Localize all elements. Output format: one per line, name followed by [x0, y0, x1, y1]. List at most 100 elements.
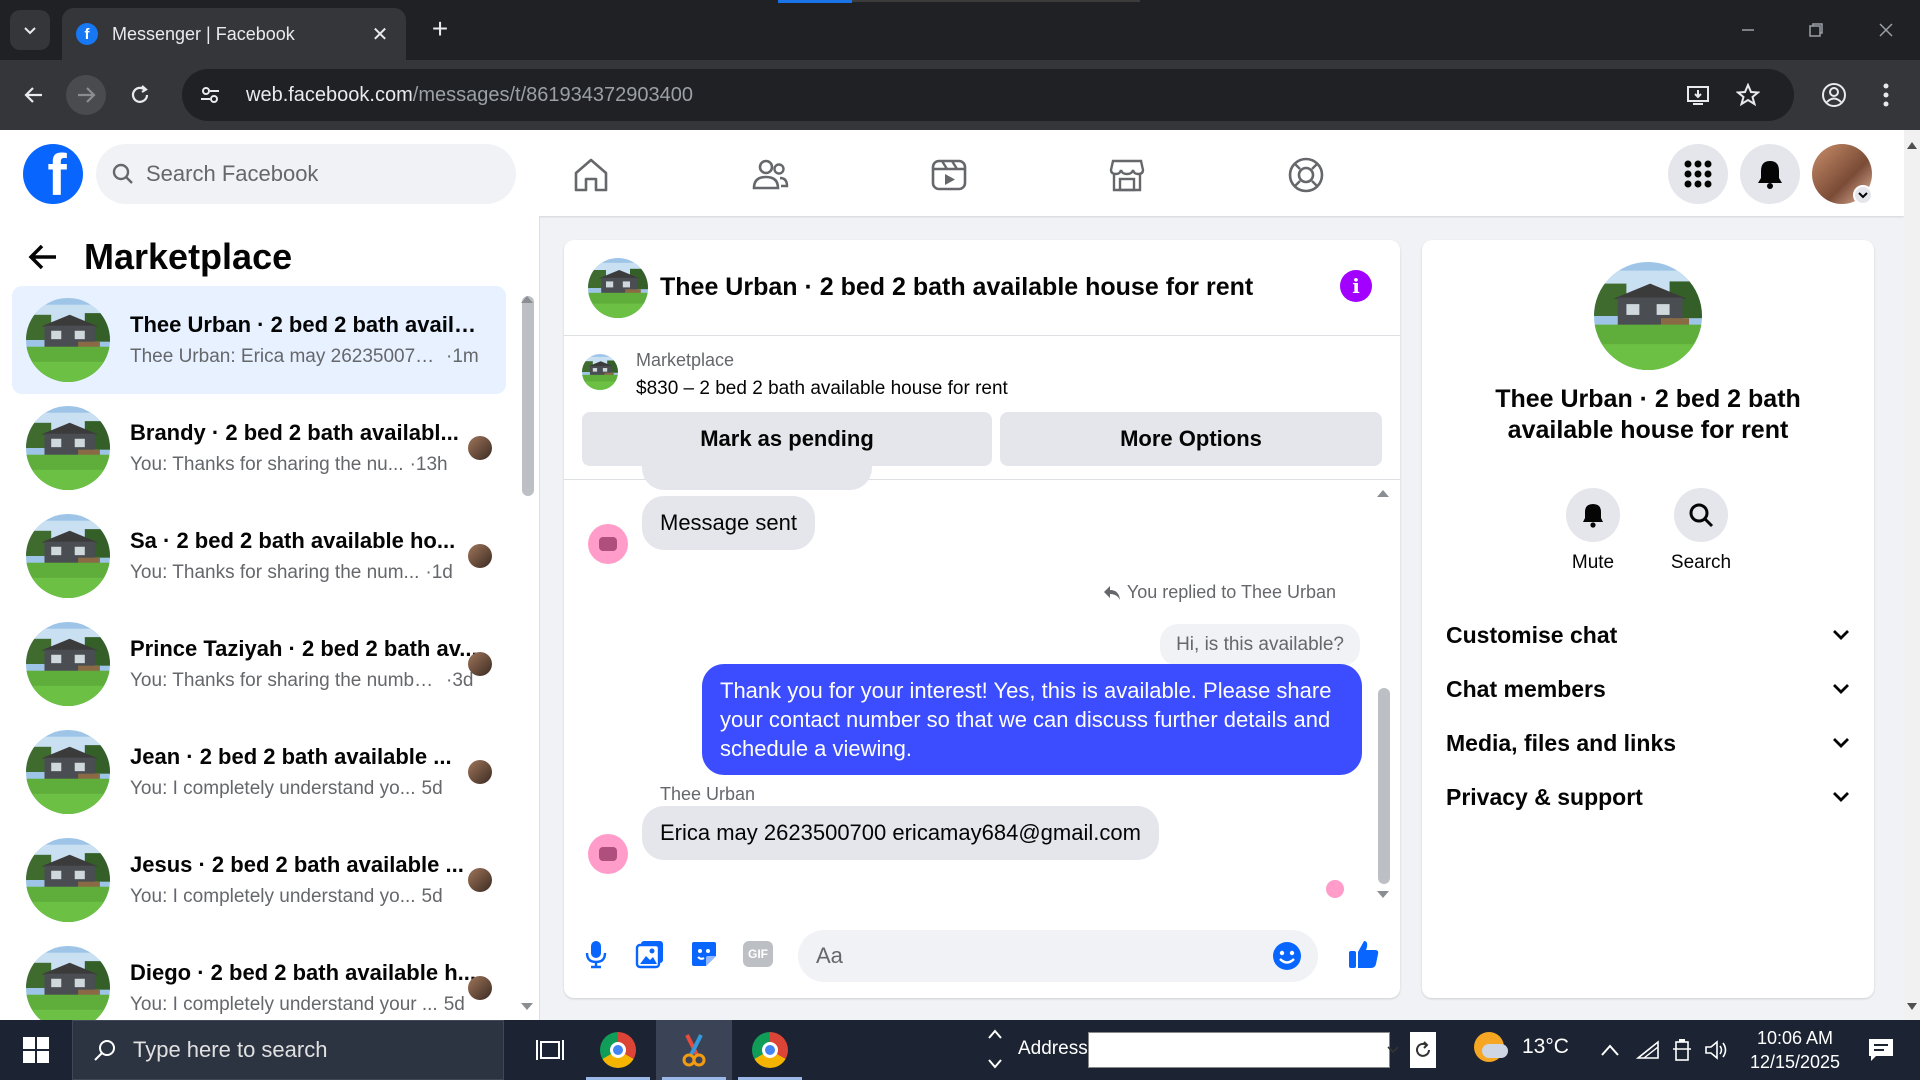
- scroll-up-arrow-icon[interactable]: [520, 294, 534, 304]
- network-button[interactable]: [1634, 1038, 1662, 1062]
- url-host: web.facebook.com: [246, 83, 413, 106]
- page-scrollbar[interactable]: [1904, 130, 1920, 1020]
- menu-button[interactable]: [1668, 144, 1728, 204]
- close-tab-icon[interactable]: ✕: [368, 22, 392, 47]
- voice-clip-button[interactable]: [578, 936, 614, 972]
- system-clock[interactable]: 10:06 AM 12/15/2025: [1740, 1026, 1850, 1074]
- task-view-button[interactable]: [512, 1020, 588, 1080]
- message-input[interactable]: [816, 943, 1236, 969]
- buyer-avatar: [468, 868, 492, 892]
- address-dropdown-button[interactable]: [1382, 1032, 1404, 1068]
- nav-friends[interactable]: [745, 150, 795, 200]
- account-menu-chevron[interactable]: [1853, 185, 1873, 205]
- back-button[interactable]: [14, 75, 54, 115]
- details-section[interactable]: Customise chat: [1446, 610, 1850, 660]
- close-window-button[interactable]: [1866, 14, 1906, 46]
- chat-header: Thee Urban · 2 bed 2 bath available hous…: [564, 240, 1400, 336]
- new-tab-button[interactable]: +: [424, 14, 456, 46]
- facebook-logo[interactable]: f: [23, 144, 83, 204]
- taskbar-search[interactable]: [72, 1020, 504, 1080]
- friends-icon: [752, 159, 789, 190]
- chat-avatar[interactable]: [588, 258, 648, 318]
- taskbar-chrome-2[interactable]: [732, 1020, 808, 1080]
- message-thread-scrollbar[interactable]: [1378, 688, 1390, 884]
- nav-marketplace[interactable]: [1102, 150, 1152, 200]
- back-arrow-icon[interactable]: [28, 243, 58, 271]
- mute-action[interactable]: Mute: [1548, 488, 1638, 574]
- conversation-item[interactable]: Jean · 2 bed 2 bath available ... You: I …: [12, 718, 506, 826]
- tab-messenger[interactable]: f Messenger | Facebook ✕: [62, 8, 406, 60]
- forward-button[interactable]: [66, 75, 106, 115]
- facebook-header: f: [0, 130, 1904, 216]
- emoji-icon[interactable]: [1272, 941, 1302, 971]
- minimize-button[interactable]: [1728, 14, 1768, 46]
- show-hidden-icons-button[interactable]: [1596, 1038, 1624, 1062]
- taskbar-snipping-tool[interactable]: [656, 1020, 732, 1080]
- details-section[interactable]: Privacy & support: [1446, 772, 1850, 822]
- site-settings-button[interactable]: [190, 75, 230, 115]
- conversation-item[interactable]: Sa · 2 bed 2 bath available ho... You: Th…: [12, 502, 506, 610]
- mark-as-pending-button[interactable]: Mark as pending: [582, 412, 992, 466]
- scroll-up-arrow-icon[interactable]: [1376, 488, 1390, 498]
- weather-widget[interactable]: 13°C: [1474, 1032, 1569, 1062]
- message-thread: Message sent You replied to Thee Urban H…: [564, 460, 1400, 912]
- search-in-chat-button[interactable]: [1674, 488, 1728, 542]
- scroll-up-arrow-icon[interactable]: [1906, 140, 1918, 150]
- marketplace-icon: [1109, 159, 1145, 192]
- attach-photo-button[interactable]: [632, 936, 668, 972]
- conversation-item[interactable]: Jesus · 2 bed 2 bath available ... You: I…: [12, 826, 506, 934]
- chat-title[interactable]: Thee Urban · 2 bed 2 bath available hous…: [660, 273, 1253, 302]
- battery-button[interactable]: [1668, 1038, 1696, 1062]
- search-action[interactable]: Search: [1656, 488, 1746, 574]
- profile-button[interactable]: [1814, 75, 1854, 115]
- more-options-button[interactable]: More Options: [1000, 412, 1382, 466]
- details-section[interactable]: Media, files and links: [1446, 718, 1850, 768]
- details-avatar[interactable]: [1594, 262, 1702, 370]
- scroll-down-arrow-icon[interactable]: [1906, 1002, 1918, 1012]
- conversation-list-scrollbar[interactable]: [522, 296, 534, 496]
- toolbar-scroll-down-icon[interactable]: [988, 1058, 1002, 1070]
- conversation-item[interactable]: Thee Urban · 2 bed 2 bath availa... Thee …: [12, 286, 506, 394]
- address-bar[interactable]: web.facebook.com/messages/t/861934372903…: [182, 69, 1794, 121]
- address-toolbar-input[interactable]: [1088, 1032, 1390, 1068]
- scroll-down-arrow-icon[interactable]: [520, 1002, 534, 1012]
- search-icon: [112, 163, 133, 184]
- sender-name-label: Thee Urban: [660, 784, 756, 804]
- conversation-preview-text: You: Thanks for sharing the numbe...: [130, 670, 440, 691]
- restore-button[interactable]: [1796, 14, 1836, 46]
- toolbar-scroll-up-icon[interactable]: [988, 1028, 1002, 1040]
- reload-button[interactable]: [120, 75, 160, 115]
- nav-home[interactable]: [566, 150, 616, 200]
- notification-center-button[interactable]: [1856, 1032, 1906, 1068]
- sticker-button[interactable]: [686, 936, 722, 972]
- facebook-search-input[interactable]: [146, 161, 466, 187]
- conversation-text: Brandy · 2 bed 2 bath availabl... You: Th…: [130, 420, 480, 476]
- scroll-down-arrow-icon[interactable]: [1376, 890, 1390, 900]
- listing-thumbnail[interactable]: [582, 354, 618, 390]
- mute-button[interactable]: [1566, 488, 1620, 542]
- details-section[interactable]: Chat members: [1446, 664, 1850, 714]
- replied-indicator: You replied to Thee Urban: [1103, 582, 1336, 603]
- gif-button[interactable]: GIF: [740, 936, 776, 972]
- tab-search-button[interactable]: [10, 10, 50, 50]
- like-button[interactable]: [1346, 936, 1382, 972]
- browser-menu-button[interactable]: [1866, 75, 1906, 115]
- notifications-button[interactable]: [1740, 144, 1800, 204]
- nav-gaming[interactable]: [1281, 150, 1331, 200]
- quoted-message[interactable]: Hi, is this available?: [1160, 624, 1360, 666]
- grid-menu-icon: [1684, 160, 1712, 188]
- start-button[interactable]: [0, 1020, 72, 1080]
- listing-price[interactable]: $830 – 2 bed 2 bath available house for …: [636, 378, 1008, 400]
- address-go-button[interactable]: [1410, 1032, 1436, 1068]
- install-app-button[interactable]: [1678, 75, 1718, 115]
- info-icon[interactable]: i: [1340, 270, 1372, 302]
- nav-video[interactable]: [924, 150, 974, 200]
- facebook-search[interactable]: [96, 144, 516, 204]
- volume-button[interactable]: [1702, 1038, 1730, 1062]
- conversation-item[interactable]: Prince Taziyah · 2 bed 2 bath av... You: …: [12, 610, 506, 718]
- message-input-box[interactable]: [798, 930, 1318, 982]
- taskbar-chrome-1[interactable]: [580, 1020, 656, 1080]
- bookmark-button[interactable]: [1728, 75, 1768, 115]
- taskbar-search-input[interactable]: [133, 1037, 493, 1063]
- conversation-item[interactable]: Brandy · 2 bed 2 bath availabl... You: Th…: [12, 394, 506, 502]
